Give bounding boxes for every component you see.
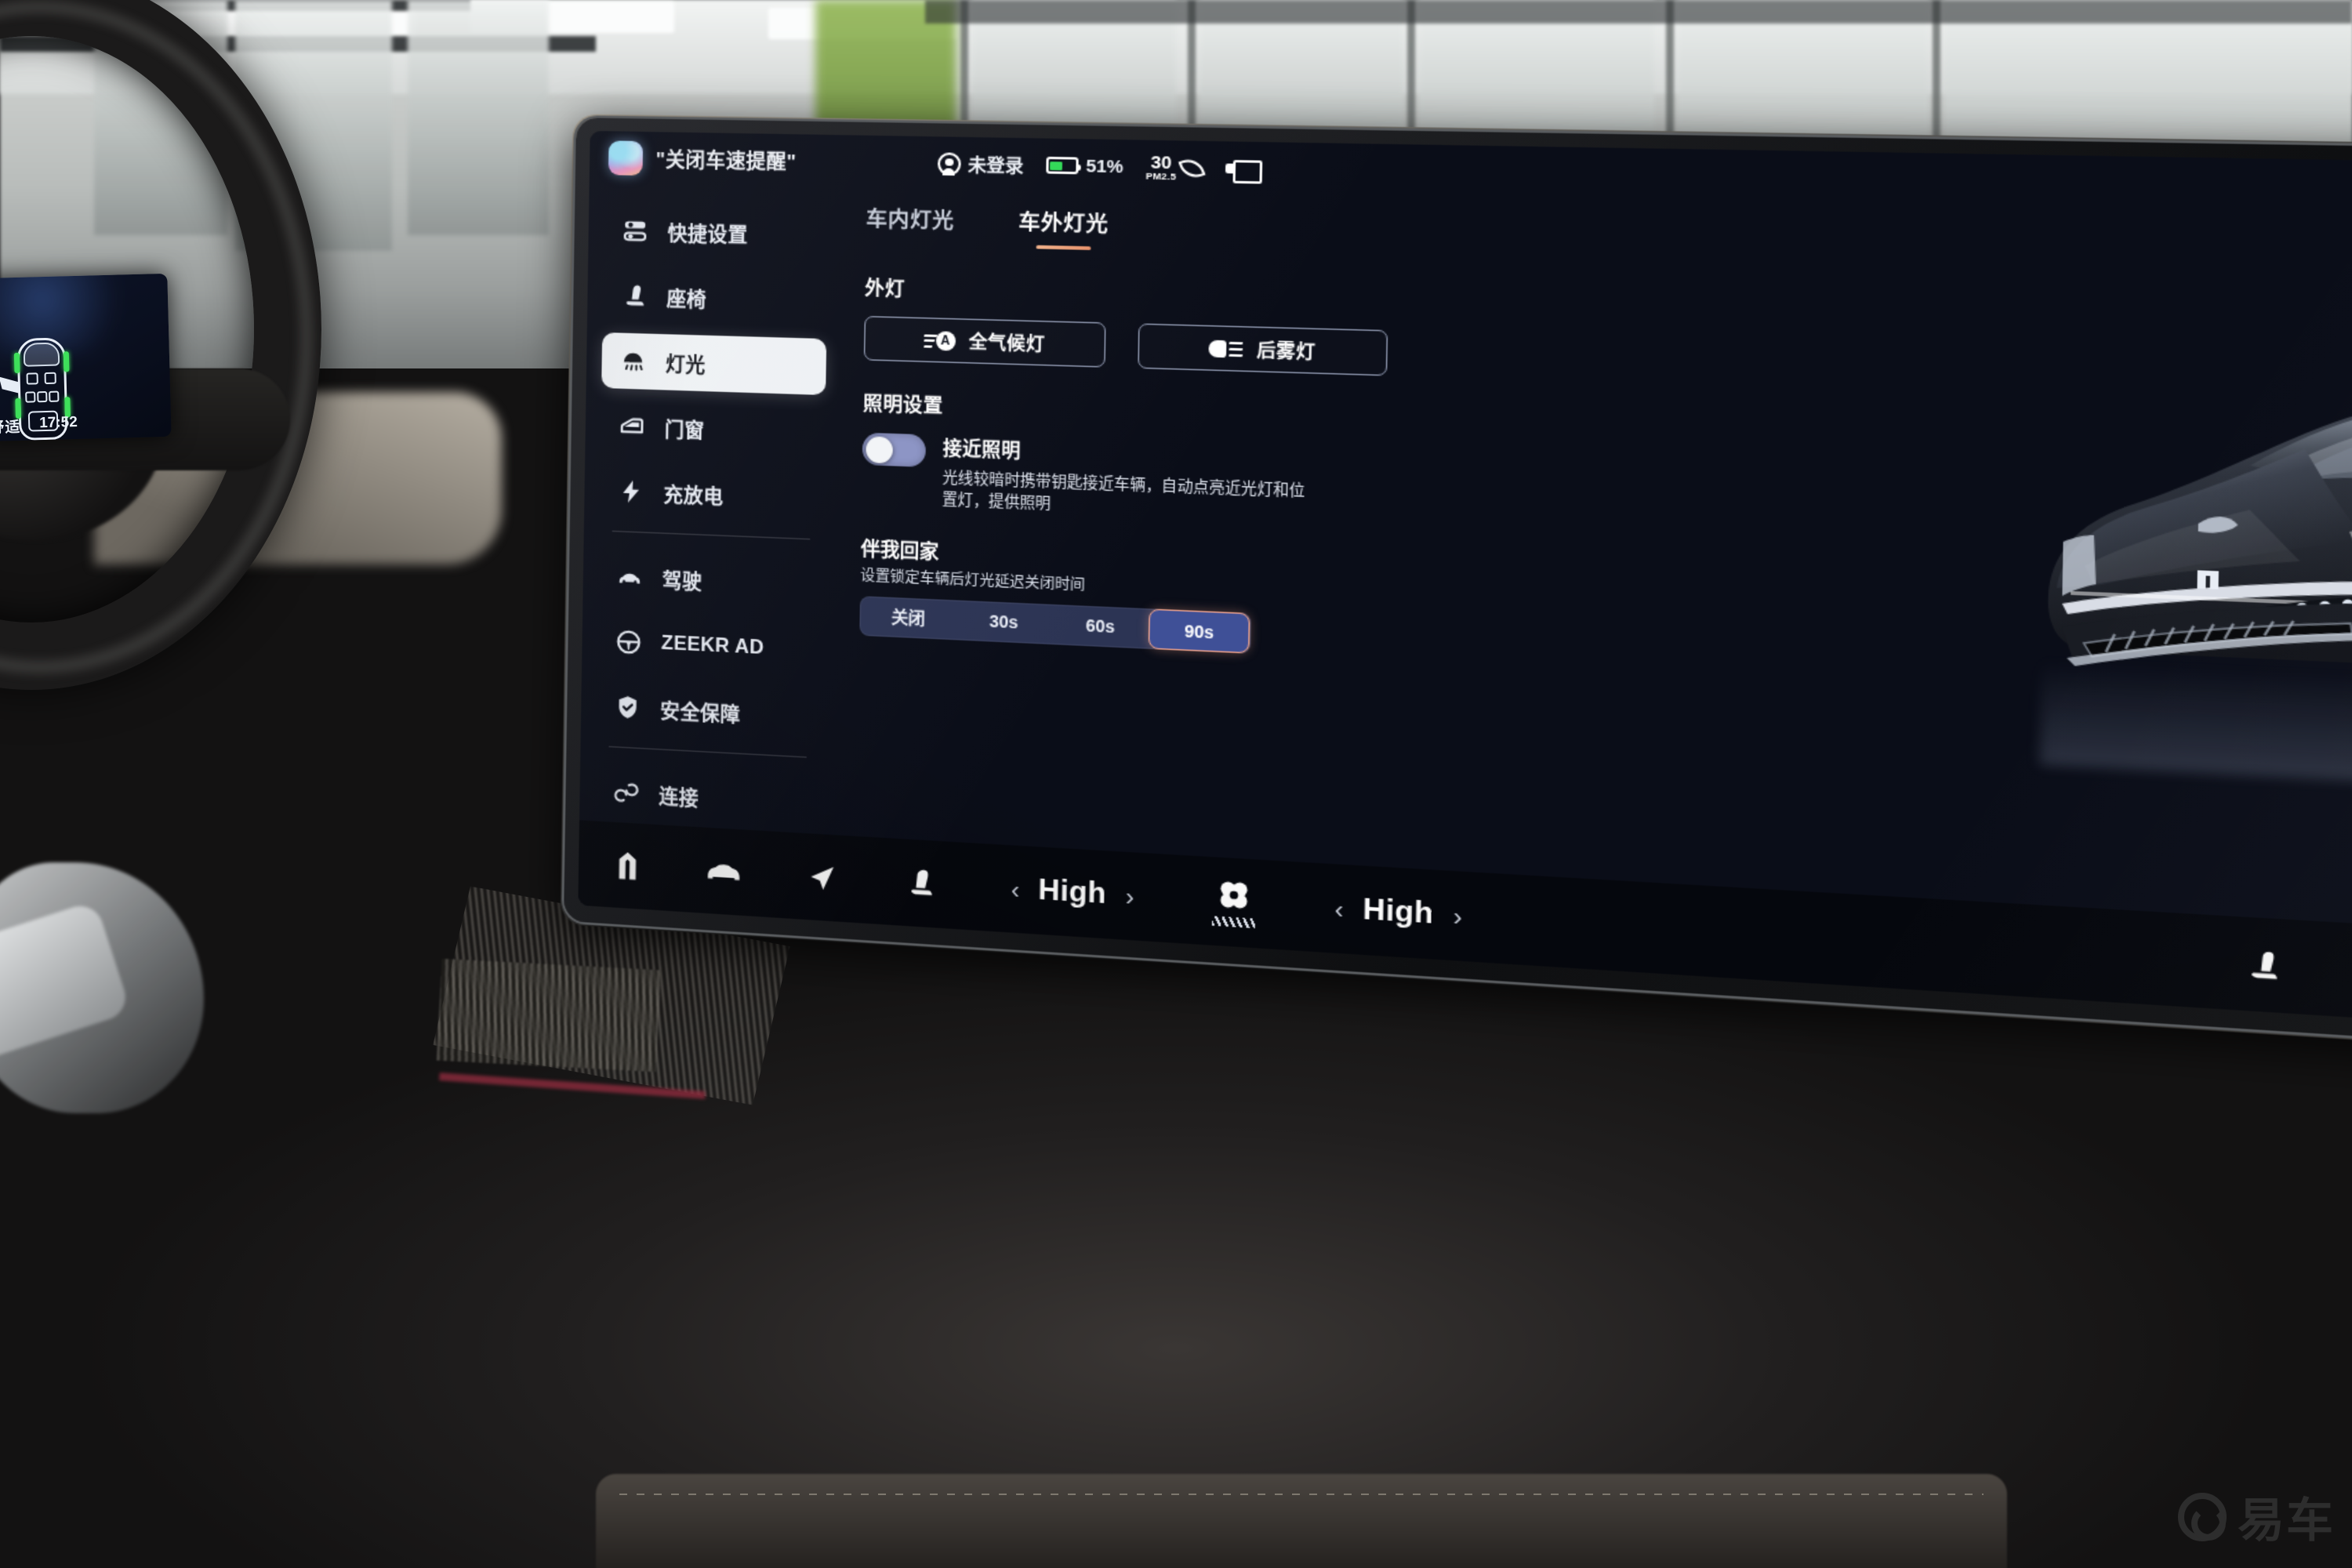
rear-fog-light-label: 后雾灯 <box>1256 339 1316 363</box>
climate-left[interactable]: ‹ High › <box>1011 872 1134 913</box>
instrument-cluster: 舒适 17:52 <box>0 273 172 442</box>
settings-content: 车内灯光 车外灯光 外灯 A 全气候灯 后雾灯 照明设置 接近照明 光线较暗时携… <box>834 188 2352 942</box>
segment-option-2[interactable]: 30s <box>956 600 1052 644</box>
door-icon <box>617 412 646 441</box>
chevron-left-icon[interactable]: ‹ <box>1334 895 1344 924</box>
segment-option-1[interactable]: 关闭 <box>861 595 956 639</box>
sidebar-item-6[interactable]: 驾驶 <box>598 548 823 614</box>
steering-icon <box>614 627 643 657</box>
window-header <box>925 0 2352 24</box>
sliders-icon <box>620 216 649 245</box>
sidebar-item-label: 安全保障 <box>659 700 741 727</box>
approach-lighting-toggle[interactable] <box>862 432 927 467</box>
sidebar-item-2[interactable]: 座椅 <box>602 267 827 329</box>
rear-fog-light-button[interactable]: 后雾灯 <box>1138 323 1388 376</box>
tab-2[interactable]: 车外灯光 <box>1018 206 1109 251</box>
chevron-right-icon[interactable]: › <box>1125 882 1134 910</box>
fan-icon <box>1220 881 1247 909</box>
lighting-tabs[interactable]: 车内灯光 车外灯光 <box>844 202 2352 286</box>
fan-speed-bars <box>1211 916 1255 929</box>
battery-icon <box>1046 156 1079 175</box>
air-quality-value: 30 <box>1150 151 1172 173</box>
screen-bezel: "关闭车速提醒" 未登录 51% 30 PM2.5 快捷设置 座椅 灯光 门窗 … <box>564 118 2352 1057</box>
sidebar-divider <box>608 746 807 758</box>
yiche-logo-icon <box>2178 1492 2227 1541</box>
chevron-right-icon[interactable]: › <box>1453 902 1462 931</box>
cluster-mode-label: 舒适 <box>0 419 21 437</box>
speaker-grille <box>436 958 662 1073</box>
climate-right-value: High <box>1362 892 1435 931</box>
all-weather-light-button[interactable]: A 全气候灯 <box>863 315 1106 368</box>
voice-assistant-hint: "关闭车速提醒" <box>655 150 797 174</box>
sidebar-divider <box>612 530 811 540</box>
zeekr-sedan-render <box>1998 324 2352 795</box>
follow-me-home-segmented-control[interactable]: 关闭 30s 60s 90s <box>859 595 1251 653</box>
fan-control[interactable] <box>1211 877 1256 929</box>
sidebar-item-label: 座椅 <box>666 288 707 311</box>
leaf-icon <box>1178 154 1206 181</box>
car-front-icon[interactable] <box>702 852 744 891</box>
cluster-clock: 17:52 <box>38 413 78 432</box>
sidebar-item-1[interactable]: 快捷设置 <box>604 202 829 263</box>
camera-icon <box>1225 159 1258 178</box>
climate-right[interactable]: ‹ High › <box>1334 891 1463 934</box>
segment-option-4[interactable]: 90s <box>1149 608 1250 653</box>
camera-status[interactable] <box>1225 159 1258 178</box>
seat-icon[interactable] <box>898 864 940 902</box>
sidebar-item-4[interactable]: 门窗 <box>601 397 826 461</box>
sidebar-item-label: 快捷设置 <box>667 223 748 247</box>
climate-left-value: High <box>1037 873 1107 911</box>
sidebar-item-9[interactable]: 连接 <box>595 763 820 831</box>
account-label: 未登录 <box>967 154 1024 176</box>
car-icon <box>615 562 644 592</box>
watermark-text: 易车 <box>2238 1494 2335 1547</box>
rear-fog-light-icon <box>1208 338 1243 358</box>
window-pane <box>408 0 549 235</box>
bolt-icon <box>616 477 645 506</box>
air-quality-unit: PM2.5 <box>1145 169 1177 182</box>
screen-surface[interactable]: "关闭车速提醒" 未登录 51% 30 PM2.5 快捷设置 座椅 灯光 门窗 … <box>578 130 2352 1037</box>
segment-option-3[interactable]: 60s <box>1051 604 1149 648</box>
seat-icon <box>619 281 648 310</box>
sidebar-item-label: 门窗 <box>664 419 705 442</box>
settings-sidebar[interactable]: 快捷设置座椅灯光门窗充放电驾驶ZEEKR AD安全保障连接声音&通知 <box>579 183 844 879</box>
headlight-icon <box>618 347 647 376</box>
console-stitching <box>619 1494 1984 1495</box>
sidebar-item-5[interactable]: 充放电 <box>600 463 825 527</box>
battery-status: 51% <box>1046 154 1124 177</box>
all-weather-light-label: 全气候灯 <box>968 332 1045 355</box>
vehicle-reflection <box>2039 623 2352 795</box>
shield-check-icon <box>613 692 642 722</box>
sidebar-item-7[interactable]: ZEEKR AD <box>597 613 822 680</box>
main-body: 快捷设置座椅灯光门窗充放电驾驶ZEEKR AD安全保障连接声音&通知 车内灯光车… <box>579 183 2352 941</box>
sidebar-item-8[interactable]: 安全保障 <box>596 678 821 746</box>
tab-1[interactable]: 车内灯光 <box>866 203 955 247</box>
yiche-watermark: 易车 <box>2178 1483 2335 1551</box>
battery-level: 51% <box>1085 155 1124 177</box>
user-icon <box>937 151 961 176</box>
account-status[interactable]: 未登录 <box>937 151 1024 177</box>
home-icon[interactable] <box>607 847 648 884</box>
sidebar-item-label: 连接 <box>659 786 699 810</box>
sidebar-item-3[interactable]: 灯光 <box>601 332 827 396</box>
link-icon <box>612 778 641 808</box>
sidebar-item-label: 充放电 <box>663 484 724 509</box>
chevron-left-icon[interactable]: ‹ <box>1011 875 1020 903</box>
photo-scene: 舒适 17:52 "关闭车速提醒" 未登录 51% 30 PM2.5 快捷设置 … <box>0 0 2352 1568</box>
seat-adjust-icon[interactable] <box>2238 944 2288 986</box>
air-quality-indicator[interactable]: 30 PM2.5 <box>1145 151 1206 182</box>
all-weather-light-icon: A <box>923 330 956 350</box>
assistant-orb-icon[interactable] <box>608 140 644 176</box>
navigation-arrow-icon[interactable] <box>800 858 841 897</box>
sidebar-item-label: 灯光 <box>665 354 706 377</box>
sidebar-item-label: 驾驶 <box>662 570 702 593</box>
center-console <box>596 1474 2007 1568</box>
sidebar-item-label: ZEEKR AD <box>661 632 764 659</box>
center-infotainment-display[interactable]: "关闭车速提醒" 未登录 51% 30 PM2.5 快捷设置 座椅 灯光 门窗 … <box>560 114 2352 1062</box>
approach-lighting-description: 光线较暗时携带钥匙接近车辆，自动点亮近光灯和位置灯，提供照明 <box>942 469 1305 513</box>
